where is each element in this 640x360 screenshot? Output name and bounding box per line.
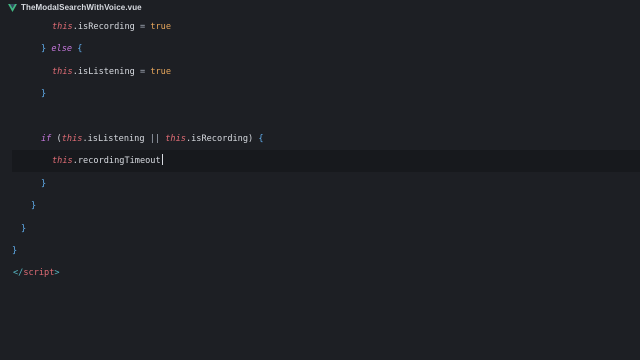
tag-bracket: </ [13,268,24,278]
close-brace: } [41,89,47,99]
property: .isRecording [72,22,135,32]
code-line: </script> [0,262,640,284]
code-line: } else { [0,38,640,60]
code-line: } [0,173,640,195]
code-line: this.isRecording = true [0,16,640,38]
code-editor[interactable]: TheModalSearchWithVoice.vue this.isRecor… [0,0,640,360]
code-line: } [0,240,640,262]
property: .isRecording [185,134,249,144]
this-keyword: this [165,134,186,144]
code-line: this.isListening = true [0,61,640,83]
close-brace: } [41,44,47,54]
code-line: } [0,195,640,217]
boolean-literal: true [150,22,172,32]
close-brace: } [21,224,27,234]
property: .isListening [72,67,135,77]
this-keyword: this [52,156,73,166]
active-code-line[interactable]: this.recordingTimeout [12,150,640,172]
script-tag-name: script [23,268,55,278]
property: .recordingTimeout [72,156,161,166]
property: .isListening [82,134,145,144]
close-paren: ) [248,134,254,144]
operator: = [134,67,151,77]
code-area[interactable]: this.isRecording = true } else { this.is… [0,0,640,360]
if-keyword: if [41,134,52,144]
this-keyword: this [61,134,83,144]
close-brace: } [12,246,18,256]
operator: = [134,22,151,32]
or-operator: || [144,134,166,144]
this-keyword: this [52,67,73,77]
else-keyword: else [51,44,73,54]
close-brace: } [31,201,37,211]
text-cursor [161,154,163,165]
this-keyword: this [52,22,73,32]
code-line: if (this.isListening || this.isRecording… [0,128,640,150]
code-line: } [0,218,640,240]
code-line: } [0,83,640,105]
open-brace: { [77,44,83,54]
boolean-literal: true [150,67,172,77]
close-brace: } [41,179,47,189]
open-brace: { [258,134,264,144]
tag-bracket: > [54,268,60,278]
